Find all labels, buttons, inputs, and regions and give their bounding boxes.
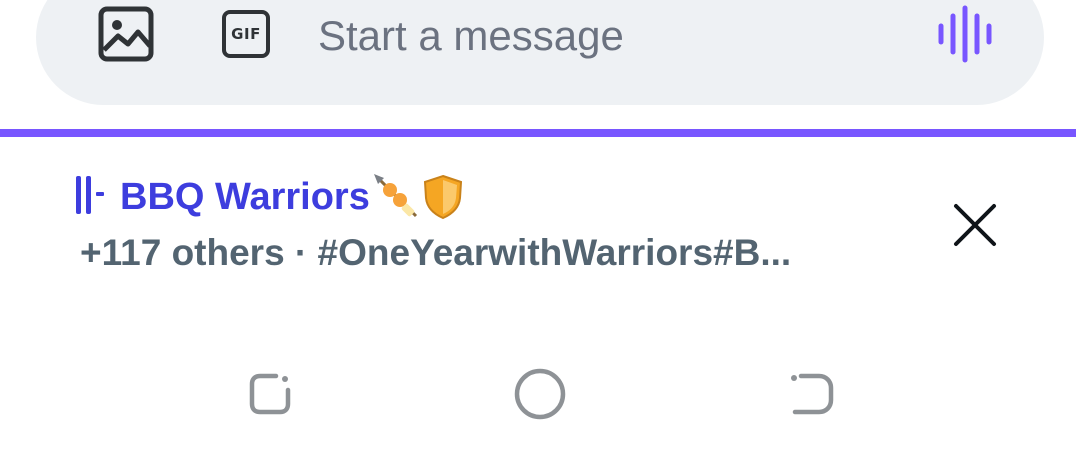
back-icon [791, 373, 834, 415]
voice-waveform-icon [938, 5, 992, 63]
back-button[interactable] [780, 364, 840, 424]
recents-icon [249, 373, 291, 415]
space-subtitle: +117 others · #OneYearwithWarriors#B... [80, 232, 792, 273]
image-icon [98, 6, 154, 62]
home-icon [514, 368, 566, 420]
gif-button[interactable]: GIF [218, 6, 274, 62]
voice-button[interactable] [934, 4, 996, 64]
space-title-emoji [372, 172, 464, 222]
home-button[interactable] [510, 364, 570, 424]
space-accent-line [0, 129, 1076, 137]
recents-button[interactable] [240, 364, 300, 424]
live-space-icon [76, 176, 104, 214]
message-input[interactable] [318, 8, 878, 64]
close-space-button[interactable] [950, 200, 1000, 250]
space-title-text: BBQ Warriors [120, 175, 370, 218]
space-title[interactable]: BBQ Warriors [120, 172, 464, 222]
close-icon [954, 204, 996, 246]
shield-icon [423, 174, 462, 220]
skewer-icon [373, 174, 417, 218]
image-button[interactable] [97, 6, 155, 62]
gif-label: GIF [231, 25, 261, 43]
gif-icon: GIF [222, 10, 270, 58]
